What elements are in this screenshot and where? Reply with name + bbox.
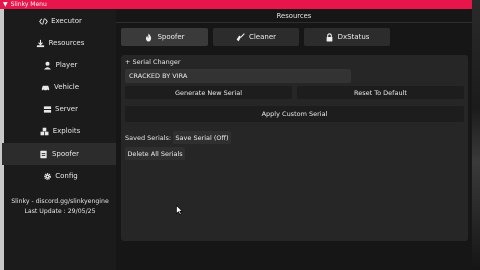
tab-cleaner[interactable]: Cleaner (213, 28, 299, 46)
apply-custom-serial-button[interactable]: Apply Custom Serial (125, 106, 464, 122)
footer-update-text: Last Update : 29/05/25 (24, 208, 96, 215)
sidebar-item-label: Resources (48, 39, 85, 47)
delete-all-serials-button[interactable]: Delete All Serials (125, 147, 185, 160)
sidebar-item-resources[interactable]: Resources (4, 32, 116, 54)
saved-serials-label: Saved Serials: (125, 133, 172, 142)
tab-label: Spoofer (157, 33, 185, 41)
tab-label: DxStatus (337, 33, 370, 41)
background-strip-right (472, 0, 480, 270)
footer-discord-text: Slinky - discord.gg/slinkyengine (11, 198, 109, 205)
sidebar-item-label: Server (55, 105, 78, 113)
window-titlebar[interactable]: ▼ Slinky Menu (0, 0, 472, 9)
tab-spoofer[interactable]: Spoofer (121, 28, 208, 46)
user-icon (43, 60, 53, 70)
sidebar-item-label: Vehicle (53, 83, 80, 91)
sidebar-item-vehicle[interactable]: Vehicle (4, 76, 116, 98)
window-title: Slinky Menu (10, 0, 47, 8)
sidebar: Executor Resources Player Vehicle Server… (2, 9, 116, 270)
sidebar-item-executor[interactable]: Executor (4, 10, 116, 32)
mouse-cursor-icon (176, 205, 183, 215)
title-divider (116, 22, 472, 23)
sidebar-item-spoofer[interactable]: Spoofer (2, 143, 116, 165)
cubes-icon (40, 126, 50, 136)
tab-dxstatus[interactable]: DxStatus (304, 28, 390, 46)
collapse-arrow-icon[interactable]: ▼ (3, 1, 8, 8)
sidebar-item-server[interactable]: Server (4, 98, 116, 120)
sidebar-item-label: Executor (51, 17, 82, 25)
main-panel: Resources Spoofer Cleaner DxStatus + Ser… (116, 9, 472, 270)
id-card-icon (39, 149, 49, 159)
fire-icon (144, 32, 153, 42)
sidebar-item-label: Config (55, 172, 78, 180)
download-icon (36, 38, 46, 48)
car-icon (41, 82, 51, 92)
sidebar-item-label: Exploits (52, 127, 81, 135)
save-serial-toggle[interactable]: Save Serial (Off) (173, 131, 231, 144)
reset-default-button[interactable]: Reset To Default (297, 86, 464, 99)
sidebar-item-player[interactable]: Player (4, 54, 116, 76)
sidebar-footer: Slinky - discord.gg/slinkyengine Last Up… (4, 197, 116, 217)
code-icon (38, 16, 48, 26)
serial-changer-panel: + Serial Changer CRACKED BY VIRA Generat… (121, 55, 468, 241)
sidebar-item-exploits[interactable]: Exploits (4, 120, 116, 142)
server-icon (42, 104, 52, 114)
serial-input[interactable]: CRACKED BY VIRA (125, 69, 351, 83)
tab-label: Cleaner (248, 33, 277, 41)
broom-icon (236, 32, 245, 42)
sidebar-item-label: Player (55, 61, 78, 69)
sidebar-item-config[interactable]: Config (4, 165, 116, 187)
gear-icon (42, 171, 52, 181)
lock-icon (325, 32, 334, 42)
generate-serial-button[interactable]: Generate New Serial (125, 86, 292, 99)
page-title: Resources (276, 12, 312, 20)
serial-changer-heading[interactable]: + Serial Changer (125, 58, 181, 66)
sidebar-item-label: Spoofer (51, 150, 80, 158)
